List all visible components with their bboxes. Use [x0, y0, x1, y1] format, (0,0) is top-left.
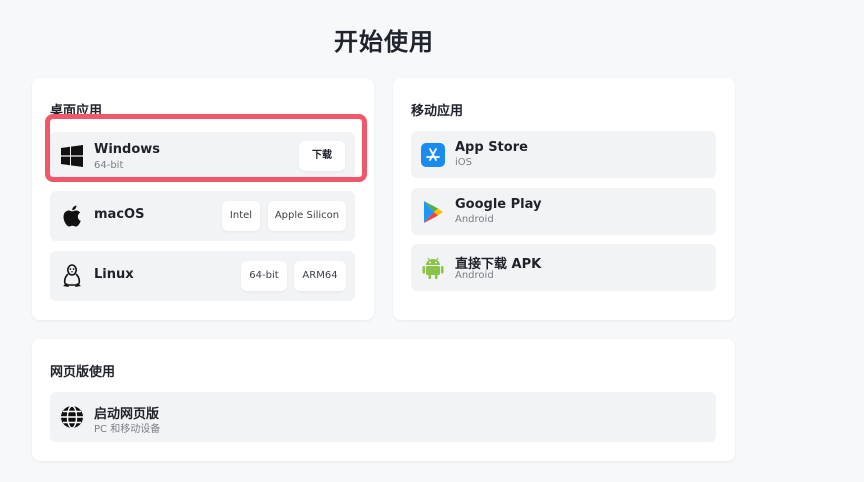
macos-row[interactable]: macOS Intel Apple Silicon — [50, 191, 355, 241]
mobile-apps-card: 移动应用 App Store iOS Google Play Android 直… — [393, 78, 735, 320]
apk-sub-label: Android — [455, 270, 494, 281]
app-store-row[interactable]: App Store iOS — [411, 131, 716, 178]
page-title: 开始使用 — [334, 28, 434, 56]
apk-row[interactable]: 直接下载 APK Android — [411, 244, 716, 291]
google-play-sub-label: Android — [455, 214, 494, 225]
macos-apple-silicon-button[interactable]: Apple Silicon — [268, 201, 346, 231]
linux-tux-icon — [60, 264, 84, 288]
linux-64bit-button[interactable]: 64-bit — [241, 261, 287, 291]
google-play-label: Google Play — [455, 197, 542, 212]
app-store-sub-label: iOS — [455, 157, 472, 168]
linux-arm64-button[interactable]: ARM64 — [294, 261, 346, 291]
google-play-icon — [421, 200, 445, 224]
mobile-apps-title: 移动应用 — [411, 104, 464, 119]
apple-icon — [60, 204, 84, 228]
google-play-row[interactable]: Google Play Android — [411, 188, 716, 235]
launch-web-row[interactable]: 启动网页版 PC 和移动设备 — [50, 392, 716, 442]
web-version-title: 网页版使用 — [50, 365, 116, 380]
linux-label: Linux — [94, 267, 134, 282]
app-store-icon — [421, 142, 445, 167]
linux-row[interactable]: Linux 64-bit ARM64 — [50, 251, 355, 301]
android-icon — [421, 256, 445, 280]
windows-highlight-box — [45, 114, 367, 182]
web-version-card: 网页版使用 启动网页版 PC 和移动设备 — [32, 339, 735, 461]
macos-intel-button[interactable]: Intel — [222, 201, 260, 231]
app-store-label: App Store — [455, 140, 528, 155]
launch-web-sub-label: PC 和移动设备 — [94, 424, 161, 435]
globe-icon — [60, 405, 84, 429]
macos-label: macOS — [94, 207, 145, 222]
